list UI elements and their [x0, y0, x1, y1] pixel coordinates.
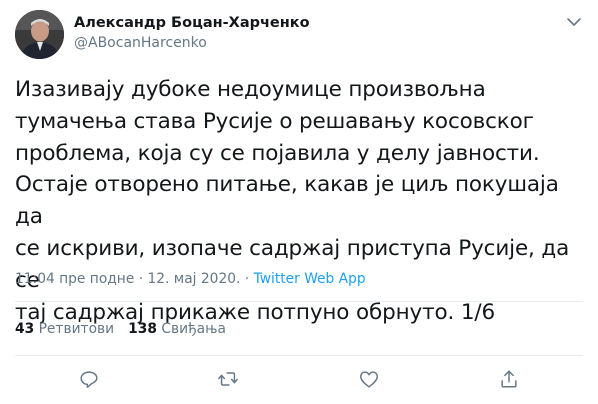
reply-icon [80, 371, 98, 388]
author-block[interactable]: Александр Боцан-Харченко @ABocanHarcenko [74, 14, 310, 53]
likes-stat[interactable]: 138 Свиђања [128, 321, 226, 337]
retweets-label: Ретвитови [38, 321, 115, 337]
tweet-source-link[interactable]: Twitter Web App [254, 271, 366, 287]
retweets-stat[interactable]: 43 Ретвитови [15, 321, 114, 337]
tweet-text: Изазивају дубоке недоумице произвољна ту… [15, 77, 570, 325]
like-button[interactable] [358, 368, 382, 392]
meta-separator: · [138, 271, 144, 287]
tweet-stats: 43 Ретвитови 138 Свиђања [15, 321, 226, 337]
likes-label: Свиђања [161, 321, 226, 337]
reply-button[interactable] [78, 368, 102, 392]
retweet-button[interactable] [217, 368, 241, 392]
likes-count: 138 [128, 321, 157, 337]
author-handle[interactable]: @ABocanHarcenko [74, 34, 310, 53]
tweet-date[interactable]: 12. мај 2020. [147, 271, 240, 287]
retweet-icon [218, 372, 238, 386]
avatar-photo [15, 10, 64, 59]
divider [15, 301, 583, 302]
meta-separator: · [244, 271, 250, 287]
author-name[interactable]: Александр Боцан-Харченко [74, 14, 310, 33]
tweet-meta: 11:04 пре подне · 12. мај 2020. · Twitte… [15, 271, 366, 287]
tweet-actions [0, 368, 598, 396]
tweet-menu-button[interactable] [564, 12, 584, 32]
retweets-count: 43 [15, 321, 35, 337]
share-button[interactable] [498, 368, 522, 392]
divider [15, 355, 583, 356]
tweet-time[interactable]: 11:04 пре подне [15, 271, 134, 287]
share-icon [501, 370, 517, 388]
chevron-down-icon [567, 18, 581, 26]
heart-icon [360, 371, 378, 388]
avatar[interactable] [15, 10, 64, 59]
